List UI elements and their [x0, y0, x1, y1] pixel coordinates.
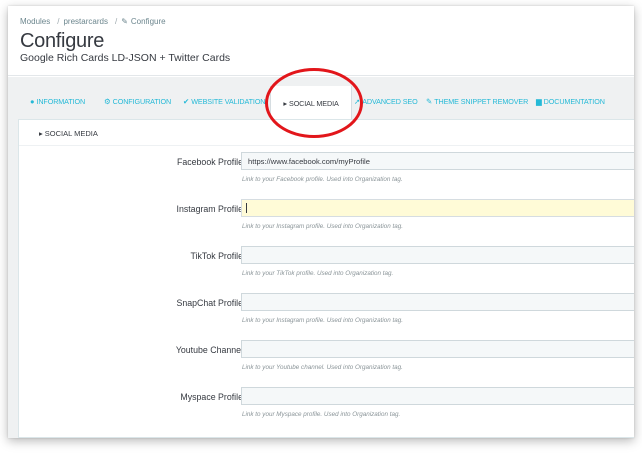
book-icon: ▆	[536, 96, 542, 106]
snapchat-profile-label: SnapChat Profile	[176, 298, 243, 308]
tab-documentation[interactable]: ▆ DOCUMENTATION	[536, 91, 605, 111]
youtube-channel-help: Link to your Youtube channel. Used into …	[242, 364, 403, 371]
instagram-profile-help: Link to your Instagram profile. Used int…	[242, 223, 404, 230]
facebook-profile-input[interactable]	[241, 152, 634, 170]
content-area: ● INFORMATION ⚙ CONFIGURATION ✔ WEBSITE VAL…	[8, 77, 634, 438]
tab-label: SOCIAL MEDIA	[289, 98, 339, 108]
breadcrumb-separator: /	[57, 17, 60, 26]
instagram-profile-input[interactable]	[241, 199, 634, 217]
myspace-profile-input[interactable]	[241, 387, 634, 405]
tab-label: WEBSITE VALIDATION	[191, 96, 266, 106]
panel-heading: ▸ SOCIAL MEDIA	[19, 120, 634, 146]
tab-label: DOCUMENTATION	[543, 96, 605, 106]
facebook-profile-label: Facebook Profile	[176, 157, 243, 167]
tab-bar: ● INFORMATION ⚙ CONFIGURATION ✔ WEBSITE VAL…	[8, 77, 634, 120]
social-media-panel: ▸SOCIAL MEDIA Facebook Profile Link to y…	[18, 119, 634, 438]
breadcrumb-separator: /	[114, 17, 118, 26]
snapchat-profile-input[interactable]	[241, 293, 634, 311]
tab-social-media[interactable]: ▸ SOCIAL MEDIA	[270, 86, 352, 120]
app-window: Modules / prestarcards / ✎ Configure Configur…	[8, 6, 634, 438]
tab-advanced-seo[interactable]: ➚ ADVANCED SEO	[354, 91, 418, 111]
edit-icon: ✎	[426, 96, 433, 106]
tab-label: THEME SNIPPET REMOVER	[434, 96, 529, 106]
tab-information[interactable]: ● INFORMATION	[30, 91, 85, 111]
tab-label: CONFIGURATION	[112, 96, 172, 106]
facebook-profile-help: Link to your Facebook profile. Used into…	[242, 176, 403, 183]
text-caret	[246, 203, 247, 213]
tab-website-validation[interactable]: ✔ WEBSITE VALIDATION	[183, 91, 266, 111]
rocket-icon: ➚	[354, 96, 361, 106]
page-subtitle: Google Rich Cards LD-JSON + Twitter Card…	[20, 52, 231, 64]
tab-configuration[interactable]: ⚙ CONFIGURATION	[104, 91, 171, 111]
info-circle-icon: ●	[30, 96, 35, 106]
page-title: Configure	[20, 30, 105, 52]
tab-label: ADVANCED SEO	[362, 96, 418, 106]
bullhorn-icon: ▸	[283, 98, 287, 108]
breadcrumb-item-modules[interactable]: Modules	[20, 17, 50, 26]
myspace-profile-label: Myspace Profile	[180, 392, 243, 402]
snapchat-profile-help: Link to your Instagram profile. Used int…	[242, 317, 404, 324]
breadcrumb-item-configure: Configure	[130, 17, 166, 26]
page-header: Modules / prestarcards / ✎ Configure Configur…	[8, 6, 634, 76]
myspace-profile-help: Link to your Myspace profile. Used into …	[242, 411, 401, 418]
tiktok-profile-input[interactable]	[241, 246, 634, 264]
breadcrumb-item-module[interactable]: prestarcards	[63, 17, 107, 26]
breadcrumb: Modules / prestarcards / ✎ Configure	[20, 17, 169, 26]
tab-theme-snippet-remover[interactable]: ✎ THEME SNIPPET REMOVER	[426, 91, 528, 111]
youtube-channel-input[interactable]	[241, 340, 634, 358]
instagram-profile-label: Instagram Profile	[176, 204, 244, 214]
tiktok-profile-help: Link to your TikTok profile. Used into O…	[242, 270, 394, 277]
check-icon: ✔	[183, 96, 190, 106]
cogs-icon: ⚙	[104, 96, 111, 106]
tab-label: INFORMATION	[36, 96, 86, 106]
bullhorn-icon: ▸	[39, 129, 43, 138]
panel-heading-label: SOCIAL MEDIA	[44, 129, 98, 138]
wrench-icon: ✎	[121, 17, 128, 26]
youtube-channel-label: Youtube Channel	[175, 345, 243, 355]
tiktok-profile-label: TikTok Profile	[190, 251, 243, 261]
